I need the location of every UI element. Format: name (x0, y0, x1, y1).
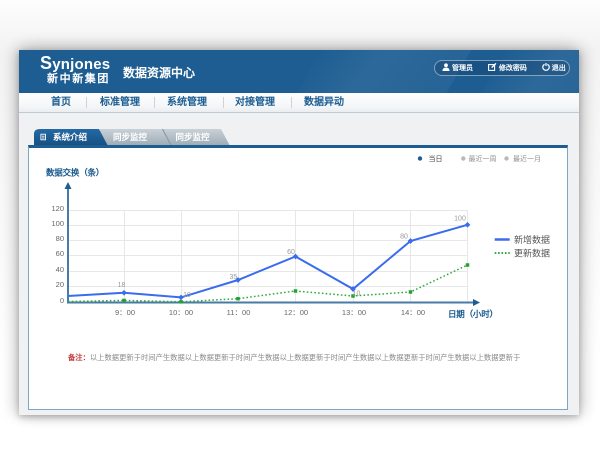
svg-text:60: 60 (56, 249, 64, 258)
svg-text:13：00: 13：00 (342, 308, 366, 317)
svg-text:100: 100 (454, 215, 466, 222)
svg-text:35: 35 (230, 274, 238, 281)
svg-text:0: 0 (60, 296, 64, 305)
svg-text:11：00: 11：00 (227, 308, 251, 317)
svg-text:40: 40 (56, 265, 64, 274)
svg-text:9：00: 9：00 (115, 308, 135, 317)
svg-text:14：00: 14：00 (401, 308, 425, 317)
svg-text:18: 18 (118, 282, 126, 289)
svg-text:10: 10 (183, 292, 191, 299)
svg-text:10：00: 10：00 (169, 308, 193, 317)
svg-text:同步监控: 同步监控 (175, 132, 210, 142)
svg-text:120: 120 (51, 204, 64, 213)
svg-text:100: 100 (51, 219, 64, 228)
svg-text:60: 60 (287, 249, 295, 256)
svg-text:更新数据: 更新数据 (514, 247, 550, 258)
svg-text:当日: 当日 (429, 154, 443, 163)
svg-text:最近一周: 最近一周 (469, 154, 497, 163)
svg-text:系统介绍: 系统介绍 (53, 132, 88, 142)
svg-text:80: 80 (56, 234, 64, 243)
svg-text:20: 20 (56, 280, 64, 289)
svg-text:10: 10 (353, 290, 361, 297)
svg-text:最近一月: 最近一月 (513, 154, 541, 163)
svg-text:12：00: 12：00 (284, 308, 308, 317)
svg-text:80: 80 (400, 233, 408, 240)
svg-text:同步监控: 同步监控 (113, 132, 148, 142)
svg-text:日期（小时）: 日期（小时） (448, 309, 498, 319)
svg-text:数据交换（条）: 数据交换（条） (46, 168, 104, 178)
svg-text:新增数据: 新增数据 (514, 234, 550, 245)
